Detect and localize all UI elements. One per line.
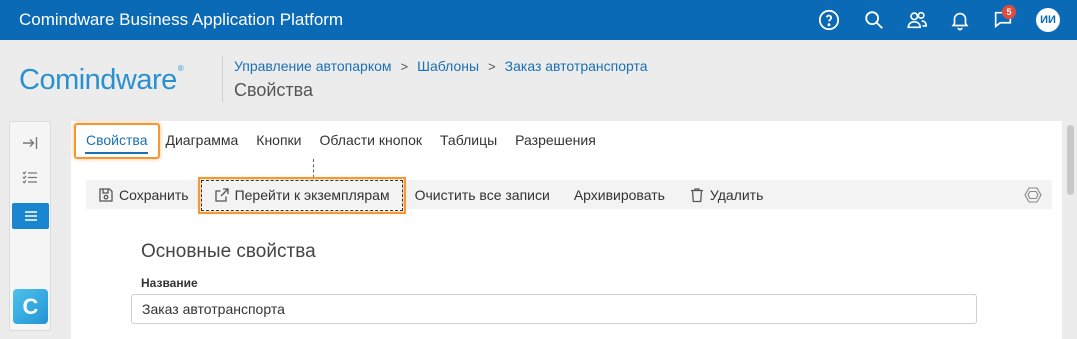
external-link-icon <box>214 188 229 202</box>
breadcrumb-item-template[interactable]: Заказ автотранспорта <box>505 58 648 74</box>
left-rail: C <box>9 121 51 331</box>
tab-highlight-frame <box>74 123 160 159</box>
scrollbar[interactable] <box>1066 121 1075 339</box>
app-logo[interactable]: C <box>13 289 48 324</box>
header-divider <box>222 56 223 102</box>
chevron-right-icon: > <box>400 58 409 74</box>
top-bar: Comindware Business Application Platform… <box>0 0 1077 40</box>
archive-button[interactable]: Архивировать <box>562 180 677 209</box>
avatar-button[interactable]: ИИ <box>1028 0 1068 40</box>
help-icon[interactable] <box>809 0 849 40</box>
tab-buttons[interactable]: Кнопки <box>247 121 310 159</box>
collapse-icon[interactable] <box>12 130 48 156</box>
section-title: Основные свойства <box>141 241 316 262</box>
search-icon[interactable] <box>854 0 894 40</box>
logo-text: Comindware <box>19 64 177 96</box>
clear-records-button[interactable]: Очистить все записи <box>403 180 562 209</box>
bell-icon[interactable] <box>940 0 980 40</box>
goto-instances-button[interactable]: Перейти к экземплярам <box>197 176 406 214</box>
tab-permissions[interactable]: Разрешения <box>506 121 605 159</box>
name-field-label: Название <box>141 276 198 290</box>
save-label: Сохранить <box>119 186 189 203</box>
save-icon <box>99 187 113 202</box>
scrollbar-thumb[interactable] <box>1067 125 1074 195</box>
save-button[interactable]: Сохранить <box>86 180 201 209</box>
delete-label: Удалить <box>709 186 764 203</box>
users-icon[interactable] <box>897 0 937 40</box>
comindware-logo[interactable]: Comindware® <box>19 64 184 97</box>
flag-icon[interactable]: 5 <box>983 0 1023 40</box>
settings-hex-icon[interactable] <box>1024 186 1042 204</box>
breadcrumb-item-fleet[interactable]: Управление автопарком <box>234 58 392 74</box>
tab-bar: Свойства Диаграмма Кнопки Области кнопок… <box>71 121 1062 159</box>
breadcrumb: Управление автопарком > Шаблоны > Заказ … <box>234 58 648 74</box>
page-title: Свойства <box>234 80 314 100</box>
page-header: Comindware® Управление автопарком > Шабл… <box>0 40 1077 118</box>
tab-button-areas[interactable]: Области кнопок <box>311 121 432 159</box>
toolbar: Сохранить Перейти к экземплярам Очистить… <box>86 176 1052 214</box>
tab-diagram[interactable]: Диаграмма <box>156 121 247 159</box>
logo-registered-mark: ® <box>177 64 184 73</box>
trash-icon <box>690 187 703 202</box>
avatar: ИИ <box>1036 8 1060 32</box>
checklist-icon[interactable] <box>12 164 48 190</box>
notification-badge: 5 <box>1002 5 1016 19</box>
tab-tables[interactable]: Таблицы <box>431 121 506 159</box>
goto-instances-label: Перейти к экземплярам <box>234 187 390 203</box>
main-panel: Свойства Диаграмма Кнопки Области кнопок… <box>71 121 1062 339</box>
top-icons: 5 ИИ <box>809 0 1077 40</box>
app-title: Comindware Business Application Platform <box>19 10 344 29</box>
name-field[interactable]: Заказ автотранспорта <box>131 294 977 324</box>
chevron-right-icon: > <box>488 58 496 74</box>
delete-button[interactable]: Удалить <box>677 180 775 209</box>
breadcrumb-item-templates[interactable]: Шаблоны <box>417 58 479 74</box>
list-icon[interactable] <box>12 203 49 229</box>
